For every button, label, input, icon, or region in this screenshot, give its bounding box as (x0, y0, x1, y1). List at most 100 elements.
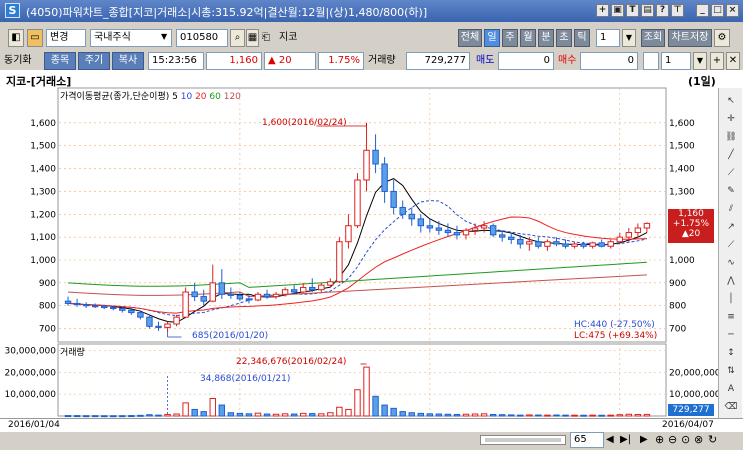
volume-bar (101, 415, 108, 418)
ma-legend-p10: 10 (180, 92, 193, 102)
volume-bar (73, 415, 81, 418)
close-icon[interactable]: × (726, 4, 739, 17)
plus-icon[interactable]: + (710, 52, 724, 70)
price-tick-right: 1,600 (669, 119, 695, 129)
pin-icon[interactable]: ⊤ (671, 4, 684, 17)
link-icon[interactable]: ⛓ (724, 130, 738, 144)
volume-bar (607, 414, 614, 417)
tab-copy[interactable]: 복사 (112, 52, 144, 70)
zoom-reset-icon[interactable]: ⊙ (681, 433, 690, 446)
period-value-input[interactable]: 1 (596, 29, 620, 47)
text-tool-icon[interactable]: A (724, 382, 738, 396)
volume-bar (399, 411, 406, 417)
tab-item[interactable]: 종목 (44, 52, 76, 70)
fibonacci-icon[interactable]: ≡ (724, 310, 738, 324)
volume-bar (164, 413, 171, 417)
crosshair-icon[interactable]: ✛ (724, 112, 738, 126)
zoom-input[interactable]: 65 (570, 432, 604, 448)
volume-bar (363, 366, 370, 417)
arrow-icon[interactable]: ↗ (724, 220, 738, 234)
period-day[interactable]: 일 (484, 29, 500, 47)
flag-price: 1,160 (678, 209, 704, 219)
candle-body (200, 296, 207, 302)
chart-save-button[interactable]: 차트저장 (668, 29, 712, 47)
refresh-icon[interactable]: ↻ (708, 433, 717, 446)
pct-display: 1.75% (318, 52, 364, 70)
measure-icon[interactable]: ↕ (724, 346, 738, 360)
wave-icon[interactable]: ∿ (724, 256, 738, 270)
mode-select[interactable]: 변경 (46, 29, 86, 47)
volume-bar (245, 413, 253, 417)
scroll-slider[interactable] (480, 435, 566, 445)
candle-body (625, 232, 633, 238)
volume-bar (526, 414, 533, 417)
channel-icon[interactable]: ⫽ (724, 202, 738, 216)
period-minute[interactable]: 분 (538, 29, 554, 47)
help-icon[interactable]: ? (656, 4, 669, 17)
price-chart[interactable]: 1,600 1,600 1,500 1,500 1,400 1,400 1,300 1,300… (0, 70, 743, 472)
period-tick[interactable]: 틱 (574, 29, 590, 47)
candle-body (119, 307, 126, 311)
volume-bar (435, 413, 443, 417)
vertical-line-icon[interactable]: │ (724, 292, 738, 306)
volume-bar (82, 415, 90, 418)
prev-icon[interactable]: ◀ (606, 434, 614, 445)
volume-bar (589, 414, 596, 417)
expand-icon[interactable]: ⇅ (724, 364, 738, 378)
code-input[interactable]: 010580 (176, 29, 228, 47)
maximize-icon[interactable]: □ (711, 4, 724, 17)
candle-body (155, 325, 162, 328)
candle-body (309, 286, 316, 291)
date-axis-bar: 2016/01/04 2016/04/07 (0, 418, 743, 432)
next-icon[interactable]: ▶ (640, 434, 648, 445)
current-price-flag: 1,160 +1.75% ▲20 (668, 209, 714, 243)
bookmark-icon[interactable]: ⎗ (262, 32, 270, 43)
add-icon[interactable]: + (596, 4, 609, 17)
current-volume-flag: 729,277 (668, 404, 714, 416)
erase-icon[interactable]: ⌫ (724, 400, 738, 414)
period-second[interactable]: 초 (556, 29, 572, 47)
zoom-fit-icon[interactable]: ⊗ (694, 433, 703, 446)
settings-icon[interactable]: ⚙ (714, 29, 730, 47)
period-month[interactable]: 월 (520, 29, 536, 47)
calendar-icon[interactable]: ▦ (246, 29, 259, 47)
line-icon[interactable]: ╱ (724, 148, 738, 162)
lc-annotation: LC:475 (+69.34%) (574, 331, 658, 341)
period-all[interactable]: 전체 (458, 29, 482, 47)
chevron-down-icon[interactable]: ▼ (161, 32, 167, 41)
checkbox[interactable] (643, 52, 659, 70)
save-icon[interactable]: ▣ (611, 4, 624, 17)
query-button[interactable]: 조회 (641, 29, 665, 47)
minimize-icon[interactable]: _ (696, 4, 709, 17)
candle-body (73, 302, 81, 306)
period-week[interactable]: 주 (502, 29, 518, 47)
ray-icon[interactable]: ⟋ (724, 238, 738, 252)
candle-body (363, 149, 370, 181)
zoom-out-icon[interactable]: ⊖ (668, 433, 677, 446)
image-icon[interactable]: ▤ (641, 4, 654, 17)
pen-icon[interactable]: ✎ (724, 184, 738, 198)
market-select[interactable]: 국내주식 (90, 29, 172, 47)
volume-bar (643, 413, 651, 417)
text-icon[interactable]: T (626, 4, 639, 17)
x-icon[interactable]: ✕ (726, 52, 740, 70)
tab-cycle[interactable]: 주기 (78, 52, 110, 70)
chart-type-icon[interactable]: ▭ (27, 29, 43, 47)
trend-icon[interactable]: ⟋ (724, 166, 738, 180)
candle-body (336, 241, 343, 283)
layout-icon[interactable]: ◧ (8, 29, 24, 47)
sell-display: 0 (498, 52, 554, 70)
volume-bar (182, 402, 189, 417)
cursor-icon[interactable]: ↖ (724, 94, 738, 108)
count-input[interactable]: 1 (661, 52, 691, 70)
count-chevron-icon[interactable]: ▼ (693, 52, 707, 70)
search-icon[interactable]: ⌕ (230, 29, 245, 47)
volume-bar (471, 413, 479, 417)
end-icon[interactable]: ▶| (620, 434, 631, 445)
zoom-in-icon[interactable]: ⊕ (655, 433, 664, 446)
zigzag-icon[interactable]: ⋀ (724, 274, 738, 288)
price-tick-left: 1,200 (30, 210, 56, 220)
candle-body (417, 218, 425, 227)
horizontal-line-icon[interactable]: ─ (724, 328, 738, 342)
period-chevron-icon[interactable]: ▼ (622, 29, 636, 47)
